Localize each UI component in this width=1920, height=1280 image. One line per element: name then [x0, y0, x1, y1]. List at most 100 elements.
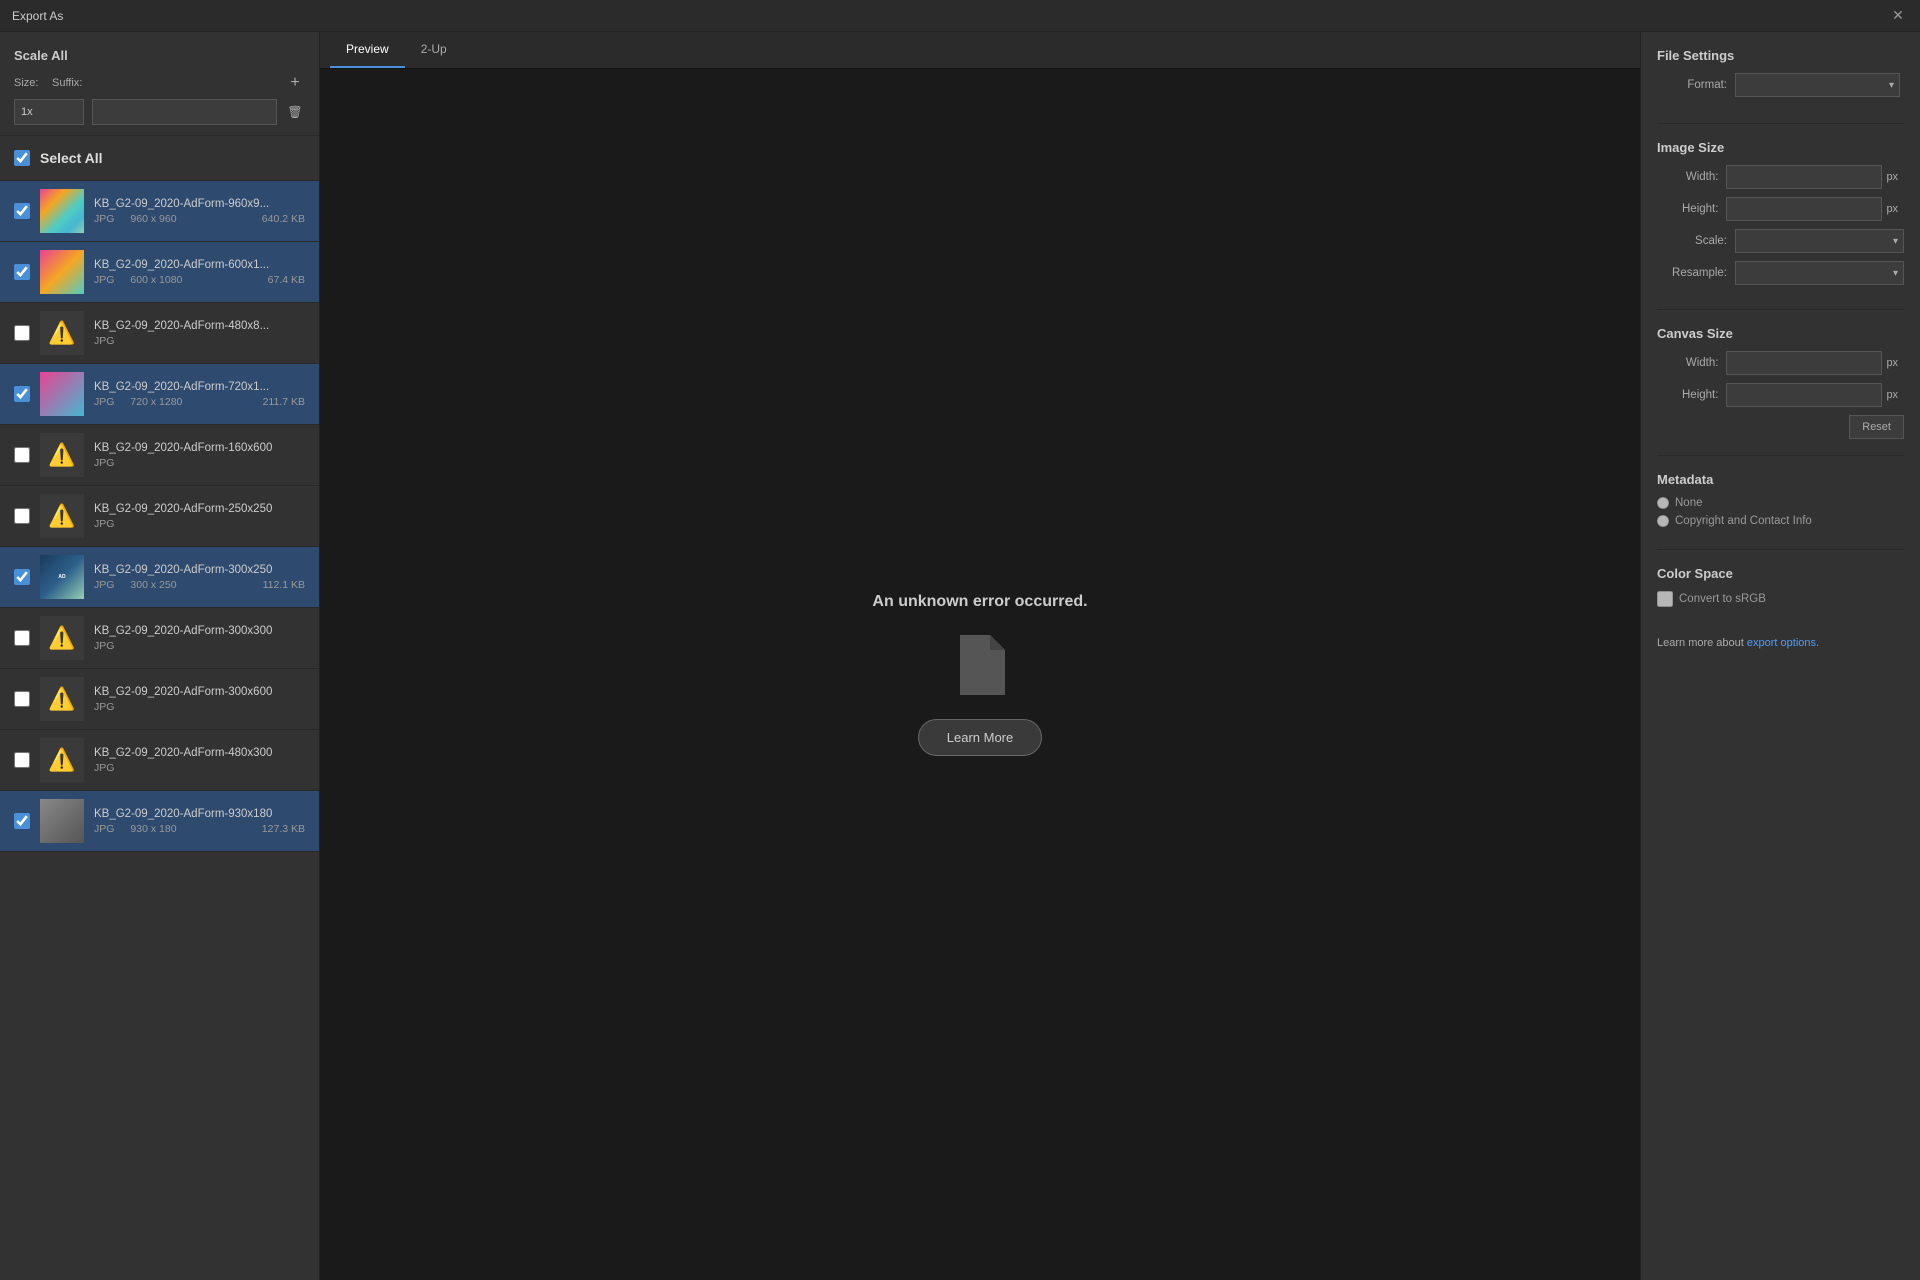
- add-scale-button[interactable]: +: [285, 73, 305, 93]
- right-panel: File Settings Format: JPG PNG GIF SVG Im: [1640, 32, 1920, 1280]
- canvas-height-unit: px: [1886, 389, 1904, 401]
- metadata-section: Metadata None Copyright and Contact Info: [1657, 472, 1904, 533]
- file-info: KB_G2-09_2020-AdForm-300x300JPG: [94, 625, 305, 652]
- file-item[interactable]: KB_G2-09_2020-AdForm-720x1... JPG720 x 12…: [0, 364, 319, 425]
- file-checkbox[interactable]: [14, 691, 30, 707]
- image-scale-select[interactable]: [1735, 229, 1904, 253]
- tab-2up[interactable]: 2-Up: [405, 32, 463, 68]
- canvas-height-input[interactable]: [1726, 383, 1882, 407]
- file-item[interactable]: ⚠️KB_G2-09_2020-AdForm-250x250JPG: [0, 486, 319, 547]
- file-name: KB_G2-09_2020-AdForm-300x600: [94, 686, 305, 698]
- close-button[interactable]: ✕: [1888, 6, 1908, 26]
- select-all-checkbox[interactable]: [14, 150, 30, 166]
- file-info: KB_G2-09_2020-AdForm-930x180JPG930 x 180…: [94, 808, 305, 835]
- canvas-size-title: Canvas Size: [1657, 326, 1904, 341]
- file-meta: JPG: [94, 518, 305, 530]
- canvas-width-label: Width:: [1657, 357, 1718, 369]
- scale-select-wrapper: [1735, 229, 1904, 253]
- delete-scale-button[interactable]: 🗑: [285, 102, 305, 122]
- suffix-input[interactable]: [92, 99, 277, 125]
- file-thumbnail: [40, 372, 84, 416]
- file-item[interactable]: ⚠️ KB_G2-09_2020-AdForm-300x600JPG: [0, 669, 319, 730]
- format-select[interactable]: JPG PNG GIF SVG: [1735, 73, 1900, 97]
- file-thumbnail: ⚠️: [40, 433, 84, 477]
- file-item[interactable]: ⚠️KB_G2-09_2020-AdForm-480x300JPG: [0, 730, 319, 791]
- canvas-width-input[interactable]: [1726, 351, 1882, 375]
- file-info: KB_G2-09_2020-AdForm-960x9...JPG960 x 96…: [94, 198, 305, 225]
- file-checkbox[interactable]: [14, 752, 30, 768]
- select-all-label: Select All: [40, 150, 103, 166]
- file-item[interactable]: KB_G2-09_2020-AdForm-960x9...JPG960 x 96…: [0, 181, 319, 242]
- image-width-input[interactable]: [1726, 165, 1882, 189]
- file-thumbnail: ⚠️: [40, 677, 84, 721]
- file-thumbnail: ⚠️: [40, 738, 84, 782]
- file-thumbnail: [40, 189, 84, 233]
- tab-preview[interactable]: Preview: [330, 32, 405, 68]
- size-label: Size:: [14, 77, 44, 89]
- file-info: KB_G2-09_2020-AdForm-600x1...JPG600 x 10…: [94, 259, 305, 286]
- file-item[interactable]: ⚠️ KB_G2-09_2020-AdForm-300x300JPG: [0, 608, 319, 669]
- file-meta: JPG: [94, 457, 305, 469]
- warning-icon: ⚠️: [48, 625, 75, 651]
- convert-srgb-checkbox[interactable]: [1657, 591, 1673, 607]
- file-item[interactable]: ⚠️ KB_G2-09_2020-AdForm-480x8...JPG: [0, 303, 319, 364]
- metadata-none-radio[interactable]: [1657, 497, 1669, 509]
- divider-2: [1657, 309, 1904, 310]
- metadata-title: Metadata: [1657, 472, 1904, 487]
- file-checkbox[interactable]: [14, 813, 30, 829]
- scale-select[interactable]: 1x 0.5x 2x 3x: [14, 99, 84, 125]
- resample-select[interactable]: [1735, 261, 1904, 285]
- canvas-width-unit: px: [1886, 357, 1904, 369]
- select-all-row[interactable]: Select All: [0, 136, 319, 181]
- file-checkbox[interactable]: [14, 508, 30, 524]
- file-meta: JPG600 x 108067.4 KB: [94, 274, 305, 286]
- color-space-title: Color Space: [1657, 566, 1904, 581]
- file-name: KB_G2-09_2020-AdForm-960x9...: [94, 198, 305, 210]
- file-info: KB_G2-09_2020-AdForm-300x600JPG: [94, 686, 305, 713]
- file-name: KB_G2-09_2020-AdForm-720x1...: [94, 381, 305, 393]
- suffix-label: Suffix:: [52, 77, 277, 89]
- file-type: JPG: [94, 823, 114, 835]
- main-layout: Scale All Size: Suffix: + 1x 0.5x 2x 3x …: [0, 32, 1920, 1280]
- file-checkbox[interactable]: [14, 264, 30, 280]
- image-height-input[interactable]: [1726, 197, 1882, 221]
- learn-more-button[interactable]: Learn More: [918, 719, 1042, 756]
- file-info: KB_G2-09_2020-AdForm-300x250JPG300 x 250…: [94, 564, 305, 591]
- reset-button[interactable]: Reset: [1849, 415, 1904, 439]
- file-checkbox[interactable]: [14, 630, 30, 646]
- file-checkbox[interactable]: [14, 203, 30, 219]
- file-meta: JPG: [94, 335, 305, 347]
- file-type: JPG: [94, 213, 114, 225]
- height-label: Height:: [1657, 203, 1718, 215]
- file-size: 67.4 KB: [268, 274, 305, 286]
- export-options-link[interactable]: export options.: [1747, 637, 1819, 649]
- metadata-copyright-label: Copyright and Contact Info: [1675, 515, 1812, 527]
- file-dims: 720 x 1280: [130, 396, 182, 408]
- file-thumbnail: AD: [40, 555, 84, 599]
- file-checkbox[interactable]: [14, 325, 30, 341]
- file-checkbox[interactable]: [14, 569, 30, 585]
- file-thumbnail: ⚠️: [40, 311, 84, 355]
- file-size: 127.3 KB: [262, 823, 305, 835]
- file-type: JPG: [94, 457, 114, 469]
- warning-icon: ⚠️: [48, 503, 75, 529]
- file-checkbox[interactable]: [14, 447, 30, 463]
- width-unit: px: [1886, 171, 1904, 183]
- width-label: Width:: [1657, 171, 1718, 183]
- file-type: JPG: [94, 335, 114, 347]
- file-checkbox[interactable]: [14, 386, 30, 402]
- file-item[interactable]: ⚠️KB_G2-09_2020-AdForm-160x600JPG: [0, 425, 319, 486]
- file-info: KB_G2-09_2020-AdForm-480x8...JPG: [94, 320, 305, 347]
- file-item[interactable]: KB_G2-09_2020-AdForm-930x180JPG930 x 180…: [0, 791, 319, 852]
- file-list: KB_G2-09_2020-AdForm-960x9...JPG960 x 96…: [0, 181, 319, 1280]
- file-icon: [955, 635, 1005, 695]
- file-meta: JPG720 x 1280211.7 KB: [94, 396, 305, 408]
- file-item[interactable]: KB_G2-09_2020-AdForm-600x1...JPG600 x 10…: [0, 242, 319, 303]
- file-type: JPG: [94, 762, 114, 774]
- metadata-copyright-radio[interactable]: [1657, 515, 1669, 527]
- file-item[interactable]: AD KB_G2-09_2020-AdForm-300x250JPG300 x 2…: [0, 547, 319, 608]
- error-message: An unknown error occurred.: [872, 593, 1087, 611]
- metadata-none-label: None: [1675, 497, 1703, 509]
- file-dims: 930 x 180: [130, 823, 176, 835]
- file-thumbnail: [40, 799, 84, 843]
